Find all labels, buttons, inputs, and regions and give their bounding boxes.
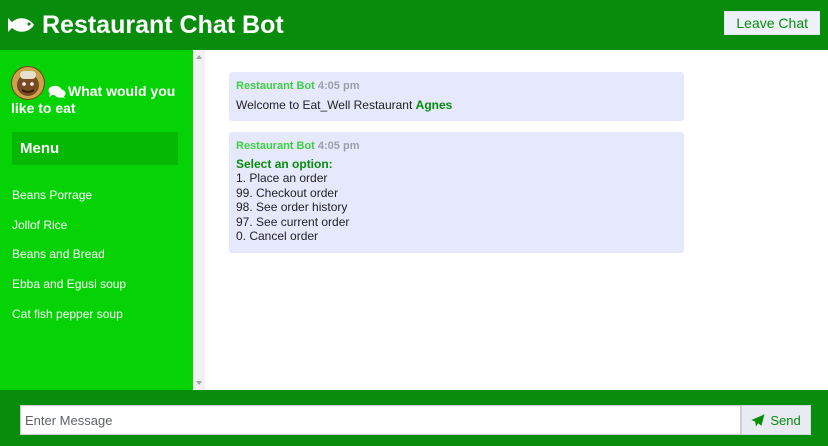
chat-message: Restaurant Bot 4:05 pm Select an option:…	[229, 132, 684, 253]
customer-name: Agnes	[415, 98, 453, 112]
sidebar: What would you like to eat Menu Beans Po…	[0, 50, 193, 390]
comments-icon	[48, 85, 66, 99]
leave-chat-button[interactable]: Leave Chat	[724, 11, 820, 35]
brand: Restaurant Chat Bot	[8, 11, 284, 40]
message-sender: Restaurant Bot	[236, 80, 315, 92]
message-time: 4:05 pm	[317, 140, 360, 152]
message-meta: Restaurant Bot 4:05 pm	[236, 80, 677, 92]
scroll-down-arrow-icon[interactable]	[196, 381, 202, 385]
menu-item-jollof-rice[interactable]: Jollof Rice	[12, 217, 126, 247]
menu-item-beans-porrage[interactable]: Beans Porrage	[12, 187, 126, 217]
option-line: 1. Place an order	[236, 171, 328, 185]
app-header: Restaurant Chat Bot Leave Chat	[0, 0, 828, 50]
send-label: Send	[770, 412, 801, 428]
send-button[interactable]: Send	[741, 405, 811, 435]
menu-title: Menu	[12, 132, 178, 165]
scroll-up-arrow-icon[interactable]	[196, 55, 202, 59]
option-line: 0. Cancel order	[236, 229, 319, 244]
chat-message: Restaurant Bot 4:05 pm Welcome to Eat_We…	[229, 72, 684, 121]
chef-avatar	[11, 66, 45, 100]
menu-item-cat-fish-pepper-soup[interactable]: Cat fish pepper soup	[12, 306, 126, 336]
welcome-text: Welcome to Eat_Well Restaurant	[236, 98, 413, 112]
message-sender: Restaurant Bot	[236, 140, 315, 152]
message-time: 4:05 pm	[317, 80, 360, 92]
fish-icon	[8, 15, 38, 35]
option-line: 97. See current order	[236, 214, 350, 229]
option-line: 99. Checkout order	[236, 185, 339, 200]
menu-item-beans-and-bread[interactable]: Beans and Bread	[12, 246, 126, 276]
app-title: Restaurant Chat Bot	[42, 10, 284, 39]
chat-scrollbar[interactable]	[193, 50, 205, 390]
sidebar-heading: What would you like to eat	[11, 66, 186, 117]
menu-list: Beans Porrage Jollof Rice Beans and Brea…	[12, 187, 126, 335]
composer-bar: Send	[0, 390, 828, 446]
options-title: Select an option:	[236, 157, 333, 171]
message-text: Welcome to Eat_Well Restaurant Agnes	[236, 98, 677, 113]
menu-item-ebba-and-egusi-soup[interactable]: Ebba and Egusi soup	[12, 276, 126, 306]
option-line: 98. See order history	[236, 200, 348, 215]
message-meta: Restaurant Bot 4:05 pm	[236, 140, 677, 152]
message-input[interactable]	[20, 405, 741, 435]
paper-plane-icon	[751, 413, 765, 426]
